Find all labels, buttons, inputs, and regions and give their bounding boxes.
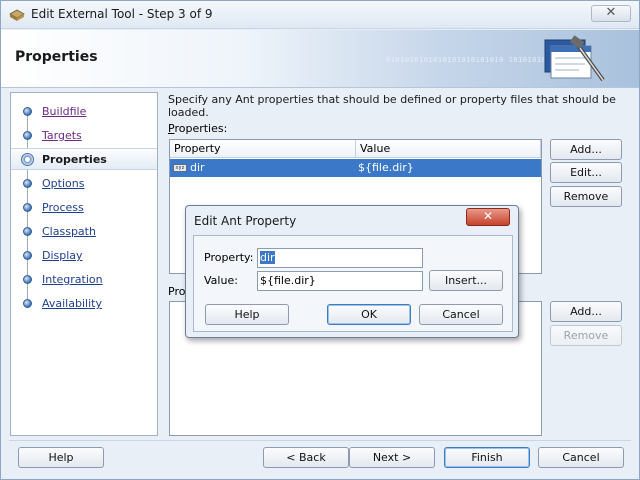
- properties-wizard-icon: [544, 35, 605, 82]
- finish-label: Finish: [471, 451, 503, 464]
- property-type-icon: xyz: [173, 164, 187, 172]
- edit-property-button[interactable]: Edit...: [550, 162, 622, 183]
- help-button[interactable]: Help: [18, 447, 104, 468]
- nav-label: Targets: [42, 129, 82, 142]
- help-label: Help: [48, 451, 74, 464]
- step-dot-icon: [23, 203, 32, 212]
- add-file-label: Add...: [570, 305, 602, 318]
- property-value-field[interactable]: ${file.dir}: [257, 271, 423, 291]
- property-field-label: Property:: [204, 251, 254, 264]
- property-value-text: ${file.dir}: [260, 274, 316, 287]
- nav-item-targets[interactable]: Targets: [11, 126, 157, 144]
- window-close-button[interactable]: ✕: [591, 5, 631, 22]
- add-file-button[interactable]: Add...: [550, 301, 622, 322]
- wizard-window: Edit External Tool - Step 3 of 9 ✕ 01010…: [0, 0, 640, 480]
- nav-label: Properties: [42, 153, 107, 166]
- value-field-label: Value:: [204, 274, 238, 287]
- edit-ant-property-dialog: Edit Ant Property ✕ Property: dir Value:…: [185, 205, 519, 338]
- nav-item-display[interactable]: Display: [11, 246, 157, 264]
- insert-label: Insert...: [444, 274, 488, 287]
- add-property-label: Add...: [570, 143, 602, 156]
- edit-property-label: Edit...: [570, 166, 602, 179]
- properties-label: Properties:: [168, 122, 227, 135]
- remove-property-label: Remove: [563, 190, 609, 203]
- dialog-cancel-button[interactable]: Cancel: [419, 304, 503, 325]
- nav-item-properties[interactable]: Properties: [11, 148, 157, 170]
- dialog-cancel-label: Cancel: [442, 308, 480, 321]
- nav-label: Options: [42, 177, 85, 190]
- column-header-property[interactable]: Property: [170, 140, 356, 158]
- close-icon: ✕: [482, 209, 494, 223]
- remove-property-button[interactable]: Remove: [550, 186, 622, 207]
- step-dot-icon: [23, 299, 32, 308]
- nav-item-buildfile[interactable]: Buildfile: [11, 102, 157, 120]
- cell-property: dir: [190, 161, 205, 174]
- nav-item-classpath[interactable]: Classpath: [11, 222, 157, 240]
- step-dot-icon: [23, 227, 32, 236]
- step-dot-icon: [23, 251, 32, 260]
- step-header: 0101010101010101010101010 1010101010 Pro…: [1, 30, 639, 88]
- window-title: Edit External Tool - Step 3 of 9: [31, 7, 213, 21]
- title-bar: Edit External Tool - Step 3 of 9 ✕: [1, 1, 639, 29]
- add-property-button[interactable]: Add...: [550, 139, 622, 160]
- footer-separator: [9, 440, 631, 441]
- nav-label: Availability: [42, 297, 102, 310]
- dialog-body: Property: dir Value: ${file.dir} Insert.…: [193, 235, 513, 332]
- cancel-label: Cancel: [562, 451, 600, 464]
- instructions-text: Specify any Ant properties that should b…: [168, 93, 616, 119]
- cell-value: ${file.dir}: [358, 161, 414, 174]
- table-row[interactable]: xyz dir ${file.dir}: [170, 159, 541, 177]
- step-dot-icon: [23, 107, 32, 116]
- finish-button[interactable]: Finish: [444, 447, 530, 468]
- ok-button[interactable]: OK: [327, 304, 411, 325]
- column-header-value[interactable]: Value: [356, 140, 541, 158]
- cancel-button[interactable]: Cancel: [538, 447, 624, 468]
- step-dot-icon: [23, 179, 32, 188]
- close-icon: ✕: [605, 5, 617, 20]
- dialog-close-button[interactable]: ✕: [466, 208, 510, 226]
- nav-item-options[interactable]: Options: [11, 174, 157, 192]
- remove-file-label: Remove: [563, 329, 609, 342]
- nav-label: Buildfile: [42, 105, 87, 118]
- nav-label: Process: [42, 201, 84, 214]
- properties-label-rest: roperties:: [174, 122, 228, 135]
- nav-item-integration[interactable]: Integration: [11, 270, 157, 288]
- nav-item-availability[interactable]: Availability: [11, 294, 157, 312]
- nav-label: Display: [42, 249, 83, 262]
- back-label: < Back: [286, 451, 326, 464]
- dialog-title: Edit Ant Property: [194, 214, 297, 228]
- app-icon: [9, 9, 25, 21]
- ok-label: OK: [361, 308, 377, 321]
- step-dot-icon: [23, 131, 32, 140]
- back-button[interactable]: < Back: [263, 447, 349, 468]
- next-label: Next >: [372, 451, 412, 464]
- dialog-help-label: Help: [234, 308, 260, 321]
- remove-file-button[interactable]: Remove: [550, 325, 622, 346]
- nav-label: Integration: [42, 273, 103, 286]
- property-name-value: dir: [260, 251, 275, 264]
- step-dot-icon: [23, 275, 32, 284]
- wizard-step-nav: Buildfile Targets Properties Options Pro…: [10, 92, 158, 436]
- nav-label: Classpath: [42, 225, 96, 238]
- nav-item-process[interactable]: Process: [11, 198, 157, 216]
- step-title: Properties: [15, 49, 98, 65]
- property-name-field[interactable]: dir: [257, 248, 423, 268]
- binary-watermark: 0101010101010101010101010 1010101010: [386, 56, 556, 64]
- current-step-icon: [21, 153, 34, 166]
- next-button[interactable]: Next >: [349, 447, 435, 468]
- insert-button[interactable]: Insert...: [429, 270, 503, 291]
- dialog-help-button[interactable]: Help: [205, 304, 289, 325]
